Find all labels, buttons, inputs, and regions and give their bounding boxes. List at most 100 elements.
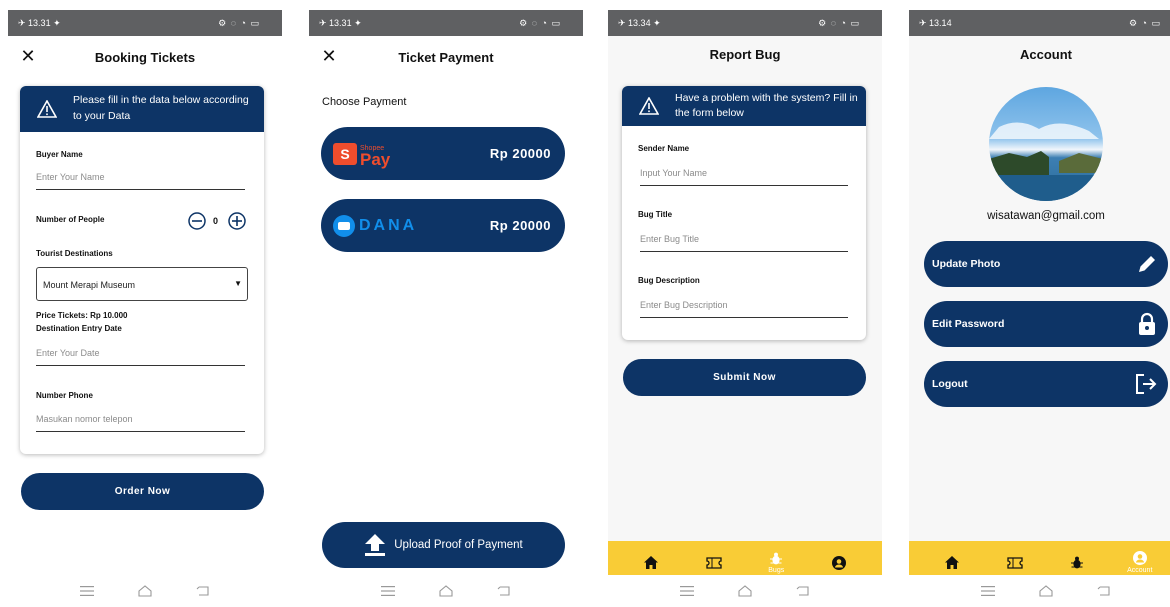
tab-account[interactable] bbox=[819, 555, 859, 570]
bug-form-card: Have a problem with the system? Fill in … bbox=[622, 86, 866, 340]
order-now-button[interactable]: Order Now bbox=[21, 473, 264, 510]
lock-icon bbox=[1139, 312, 1155, 335]
status-bar: ✈ 13.34 ✦ ⚙ ◌ ◔ ▭ bbox=[608, 10, 882, 36]
shopeepay-amount: Rp 20000 bbox=[489, 146, 551, 161]
header: Report Bug bbox=[608, 36, 882, 80]
entry-date-input[interactable]: Enter Your Date bbox=[36, 344, 245, 366]
dana-amount: Rp 20000 bbox=[489, 218, 551, 233]
dana-logo: DANA bbox=[333, 214, 418, 237]
shopeepay-option[interactable]: S Shopee Pay Rp 20000 bbox=[321, 127, 565, 180]
bug-description-input[interactable]: Enter Bug Description bbox=[640, 296, 848, 318]
status-icons: ⚙ ◌ ◔ ▭ bbox=[519, 17, 561, 28]
bug-icon bbox=[770, 552, 783, 564]
android-nav bbox=[309, 575, 583, 607]
menu-icon[interactable] bbox=[981, 585, 995, 597]
edit-password-label: Edit Password bbox=[932, 318, 1005, 330]
sender-name-input[interactable]: Input Your Name bbox=[640, 164, 848, 186]
edit-password-button[interactable]: Edit Password bbox=[924, 301, 1168, 347]
menu-icon[interactable] bbox=[680, 585, 694, 597]
back-icon[interactable] bbox=[796, 585, 810, 597]
booking-screen: ✈ 13.31 ✦ ⚙ ◌ ◔ ▭ ✕ Booking Tickets Plea… bbox=[8, 10, 282, 607]
status-bar: ✈ 13.31 ✦ ⚙ ◌ ◔ ▭ bbox=[8, 10, 282, 36]
minus-icon[interactable] bbox=[188, 212, 206, 230]
update-photo-button[interactable]: Update Photo bbox=[924, 241, 1168, 287]
header: ✕ Ticket Payment bbox=[309, 36, 583, 80]
tab-account[interactable]: Account bbox=[1120, 551, 1160, 574]
status-bar: ✈ 13.31 ✦ ⚙ ◌ ◔ ▭ bbox=[309, 10, 583, 36]
page-title: Booking Tickets bbox=[94, 50, 196, 65]
home-icon bbox=[644, 556, 659, 569]
tab-bugs[interactable]: Bugs bbox=[756, 552, 796, 574]
account-email: wisatawan@gmail.com bbox=[987, 210, 1105, 222]
destination-value: Mount Merapi Museum bbox=[43, 280, 136, 290]
notice-text: Have a problem with the system? Fill in … bbox=[675, 92, 858, 119]
status-time: ✈ 13.34 ✦ bbox=[618, 17, 661, 28]
android-home-icon[interactable] bbox=[138, 585, 152, 597]
form-notice: Have a problem with the system? Fill in … bbox=[622, 86, 866, 126]
back-icon[interactable] bbox=[497, 585, 511, 597]
choose-payment-label: Choose Payment bbox=[322, 96, 407, 108]
status-icons: ⚙ ◌ ◔ ▭ bbox=[818, 17, 860, 28]
avatar-landscape bbox=[989, 122, 1103, 201]
submit-now-button[interactable]: Submit Now bbox=[623, 359, 866, 396]
plus-icon[interactable] bbox=[228, 212, 246, 230]
back-icon[interactable] bbox=[196, 585, 210, 597]
buyer-name-input[interactable]: Enter Your Name bbox=[36, 168, 245, 190]
upload-label: Upload Proof of Payment bbox=[394, 539, 523, 551]
buyer-name-label: Buyer Name bbox=[36, 150, 83, 159]
back-icon[interactable] bbox=[1097, 585, 1111, 597]
tab-bugs[interactable] bbox=[1057, 556, 1097, 569]
bug-title-input[interactable]: Enter Bug Title bbox=[640, 230, 848, 252]
logout-icon bbox=[1136, 374, 1157, 394]
form-notice: Please fill in the data below according … bbox=[20, 86, 264, 132]
bug-title-label: Bug Title bbox=[638, 210, 673, 219]
account-icon bbox=[831, 555, 846, 570]
header: ✕ Booking Tickets bbox=[8, 36, 282, 80]
header: Account bbox=[909, 36, 1170, 80]
android-home-icon[interactable] bbox=[439, 585, 453, 597]
tab-home[interactable] bbox=[631, 556, 671, 569]
menu-icon[interactable] bbox=[80, 585, 94, 597]
bug-description-label: Bug Description bbox=[638, 276, 700, 285]
logout-button[interactable]: Logout bbox=[924, 361, 1168, 407]
android-home-icon[interactable] bbox=[1039, 585, 1053, 597]
status-time: ✈ 13.31 ✦ bbox=[319, 17, 362, 28]
dana-option[interactable]: DANA Rp 20000 bbox=[321, 199, 565, 252]
android-home-icon[interactable] bbox=[738, 585, 752, 597]
home-icon bbox=[945, 556, 960, 569]
page-title: Ticket Payment bbox=[398, 50, 494, 65]
bug-icon bbox=[1071, 556, 1084, 569]
destination-select[interactable]: Mount Merapi Museum ▼ bbox=[36, 267, 248, 301]
update-photo-label: Update Photo bbox=[932, 258, 1001, 270]
status-icons: ⚙ ◔ ▭ bbox=[1128, 17, 1161, 28]
upload-icon bbox=[365, 534, 386, 556]
account-screen: ✈ 13.14 ⚙ ◔ ▭ Account wisatawan@gmail.co… bbox=[909, 10, 1170, 607]
price-text: Price Tickets: Rp 10.000 bbox=[36, 311, 128, 320]
dropdown-icon: ▼ bbox=[234, 279, 242, 288]
dana-wordmark: DANA bbox=[359, 216, 418, 234]
logout-label: Logout bbox=[932, 378, 968, 390]
page-title: Report Bug bbox=[709, 47, 781, 62]
warning-icon bbox=[639, 97, 659, 115]
phone-input[interactable]: Masukan nomor telepon bbox=[36, 410, 245, 432]
menu-icon[interactable] bbox=[381, 585, 395, 597]
warning-icon bbox=[37, 100, 57, 118]
tab-ticket[interactable] bbox=[694, 556, 734, 569]
payment-screen: ✈ 13.31 ✦ ⚙ ◌ ◔ ▭ ✕ Ticket Payment Choos… bbox=[309, 10, 583, 607]
notice-text: Please fill in the data below according … bbox=[73, 94, 249, 122]
phone-label: Number Phone bbox=[36, 391, 93, 400]
android-nav bbox=[909, 575, 1170, 607]
dana-icon bbox=[333, 214, 355, 237]
sender-name-label: Sender Name bbox=[638, 144, 690, 153]
tab-home[interactable] bbox=[932, 556, 972, 569]
upload-proof-button[interactable]: Upload Proof of Payment bbox=[322, 522, 565, 568]
status-icons: ⚙ ◌ ◔ ▭ bbox=[218, 17, 260, 28]
tab-ticket[interactable] bbox=[995, 556, 1035, 569]
tab-bugs-label: Bugs bbox=[768, 566, 785, 574]
tab-account-label: Account bbox=[1127, 567, 1153, 574]
status-time: ✈ 13.31 ✦ bbox=[18, 17, 61, 28]
shopee-bag-icon: S bbox=[333, 142, 357, 165]
people-count: 0 bbox=[213, 216, 219, 226]
ticket-icon bbox=[706, 556, 722, 569]
status-bar: ✈ 13.14 ⚙ ◔ ▭ bbox=[909, 10, 1170, 36]
